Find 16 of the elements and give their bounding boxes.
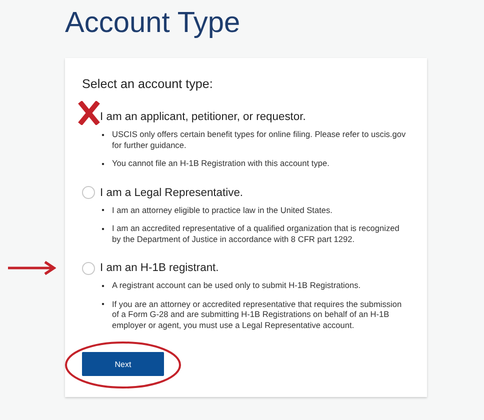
card-heading: Select an account type: <box>82 76 214 93</box>
arrow-icon <box>8 261 56 275</box>
bullet-text: You cannot file an H-1B Registration with this account type. <box>112 158 330 168</box>
radio-button[interactable] <box>82 186 95 199</box>
cross-mark-icon <box>78 101 100 125</box>
page-title: Account Type <box>65 6 242 40</box>
next-button[interactable]: Next <box>82 352 164 376</box>
radio-button[interactable] <box>82 262 95 274</box>
bullet-text: If you are an attorney or accredited representative that requires the submission of a Form G-28 and are submitting H-1B Registrations on behalf of an H-1B employer or agent, you must use a Legal Representative account. <box>112 298 403 330</box>
bullet-text: I am an attorney eligible to practice law in the United States. <box>112 204 334 215</box>
bullet-text: A registrant account can be used only to submit H-1B Registrations. <box>112 280 362 290</box>
bullet-text: USCIS only offers certain benefit types for online filing. Please refer to uscis.gov for further guidance. <box>112 129 407 150</box>
bullet-text: I am an accredited representative of a qualified organization that is recognized by the Department of Justice in accordance with 8 CFR part 1292. <box>112 223 400 244</box>
option-label[interactable]: I am an applicant, petitioner, or requestor. <box>100 109 306 125</box>
option-label[interactable]: I am an H-1B registrant. <box>100 260 219 276</box>
option-label[interactable]: I am a Legal Representative. <box>100 184 244 200</box>
